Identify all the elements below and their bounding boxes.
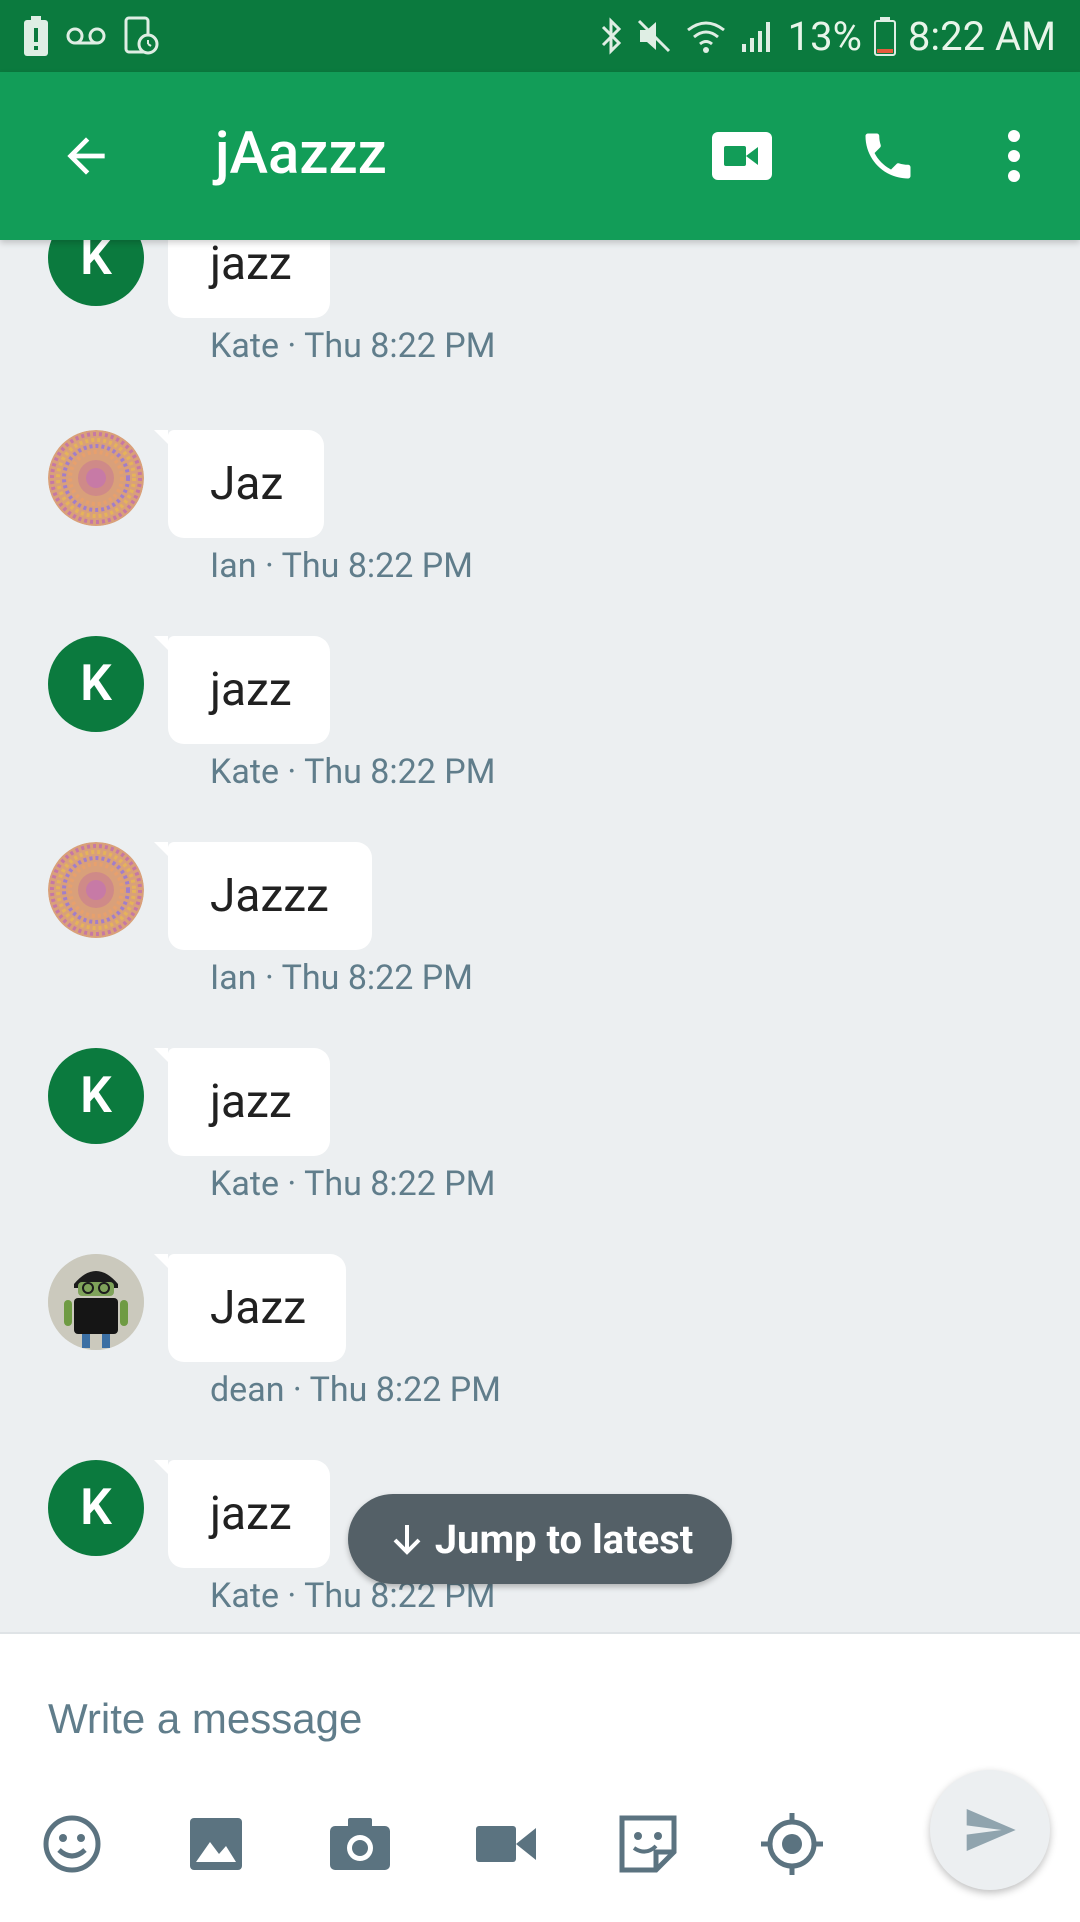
location-button[interactable] (752, 1804, 832, 1884)
message-text: Jaz (210, 457, 284, 511)
message-meta: dean · Thu 8:22 PM (210, 1370, 501, 1410)
message-text: jazz (210, 1075, 292, 1129)
avatar[interactable] (48, 430, 144, 526)
battery-percent: 13% (787, 12, 862, 60)
message-meta: Kate · Thu 8:22 PM (210, 752, 496, 792)
emoji-button[interactable] (32, 1804, 112, 1884)
sticker-button[interactable] (608, 1804, 688, 1884)
message-time: Thu 8:22 PM (304, 326, 496, 366)
avatar[interactable]: K (48, 636, 144, 732)
bluetooth-icon (600, 16, 624, 56)
voicemail-icon (66, 24, 106, 48)
back-button[interactable] (48, 118, 124, 194)
my-location-icon (761, 1813, 823, 1875)
message-item: K jazz Kate · Thu 8:22 PM (0, 636, 1080, 842)
message-sender: Ian (210, 546, 257, 586)
message-sender: Kate (210, 326, 279, 366)
message-list[interactable]: K jazz Kate · Thu 8:22 PM Jaz Ian · Thu … (0, 240, 1080, 1632)
camera-button[interactable] (320, 1804, 400, 1884)
message-time: Thu 8:22 PM (309, 1370, 501, 1410)
jump-to-latest-label: Jump to latest (434, 1515, 694, 1563)
message-item: Jazz dean · Thu 8:22 PM (0, 1254, 1080, 1460)
message-bubble[interactable]: jazz (154, 1460, 330, 1568)
arrow-down-icon (393, 1525, 421, 1555)
message-bubble[interactable]: jazz (168, 240, 330, 318)
avatar[interactable]: K (48, 240, 144, 306)
video-button[interactable] (466, 1804, 546, 1884)
voice-call-button[interactable] (850, 118, 926, 194)
message-text: jazz (210, 663, 292, 717)
wifi-icon (684, 18, 728, 54)
image-icon (190, 1818, 242, 1870)
overflow-menu-button[interactable] (976, 118, 1052, 194)
gallery-button[interactable] (176, 1804, 256, 1884)
more-vert-icon (1008, 130, 1020, 182)
conversation-title: jAazzz (215, 120, 387, 188)
avatar[interactable]: K (48, 1048, 144, 1144)
battery-icon (873, 16, 896, 56)
status-right-icons: 13% 8:22 AM (600, 0, 1056, 72)
video-call-button[interactable] (704, 118, 780, 194)
message-time: Thu 8:22 PM (281, 546, 473, 586)
mute-icon (636, 18, 672, 54)
message-meta: Ian · Thu 8:22 PM (210, 546, 473, 586)
phone-icon (865, 133, 911, 179)
message-sender: Ian (210, 958, 257, 998)
app-bar: jAazzz (0, 72, 1080, 240)
message-meta: Ian · Thu 8:22 PM (210, 958, 473, 998)
message-item: Jazzz Ian · Thu 8:22 PM (0, 842, 1080, 1048)
jump-to-latest-button[interactable]: Jump to latest (348, 1494, 732, 1584)
sticker-icon (619, 1815, 677, 1873)
avatar[interactable] (48, 1254, 144, 1350)
message-sender: Kate (210, 752, 279, 792)
pattern-avatar-icon (48, 430, 144, 526)
message-bubble[interactable]: jazz (154, 1048, 330, 1156)
message-sender: Kate (210, 1576, 279, 1616)
video-call-icon (712, 132, 772, 180)
message-sender: Kate (210, 1164, 279, 1204)
videocam-icon (476, 1826, 536, 1862)
status-left-icons (24, 0, 160, 72)
arrow-back-icon (67, 137, 105, 175)
message-time: Thu 8:22 PM (304, 1164, 496, 1204)
avatar[interactable]: K (48, 1460, 144, 1556)
emoji-icon (43, 1815, 101, 1873)
clock: 8:22 AM (907, 12, 1056, 60)
send-icon (966, 1809, 1016, 1851)
camera-icon (330, 1818, 390, 1870)
message-item: K jazz Kate · Thu 8:22 PM (0, 240, 1080, 416)
message-text: jazz (210, 1487, 292, 1541)
status-bar: 13% 8:22 AM (0, 0, 1080, 72)
message-meta: Kate · Thu 8:22 PM (210, 1164, 496, 1204)
message-time: Thu 8:22 PM (281, 958, 473, 998)
message-sender: dean (210, 1370, 285, 1410)
signal-icon (740, 18, 776, 54)
battery-alert-icon (24, 16, 48, 56)
message-text: Jazzz (210, 869, 329, 923)
avatar[interactable] (48, 842, 144, 938)
message-bubble[interactable]: jazz (154, 636, 330, 744)
message-item: K jazz Kate · Thu 8:22 PM (0, 1048, 1080, 1254)
message-bubble[interactable]: Jazz (154, 1254, 346, 1362)
pattern-avatar-icon (48, 842, 144, 938)
message-time: Thu 8:22 PM (304, 752, 496, 792)
message-bubble[interactable]: Jaz (154, 430, 324, 538)
message-text: Jazz (210, 1281, 307, 1335)
message-input[interactable] (48, 1664, 848, 1774)
message-item: Jaz Ian · Thu 8:22 PM (0, 430, 1080, 636)
message-bubble[interactable]: Jazzz (154, 842, 372, 950)
device-clock-icon (124, 16, 160, 56)
android-avatar-icon (48, 1254, 144, 1350)
message-meta: Kate · Thu 8:22 PM (210, 326, 496, 366)
send-button[interactable] (930, 1770, 1050, 1890)
message-text: jazz (210, 240, 292, 291)
